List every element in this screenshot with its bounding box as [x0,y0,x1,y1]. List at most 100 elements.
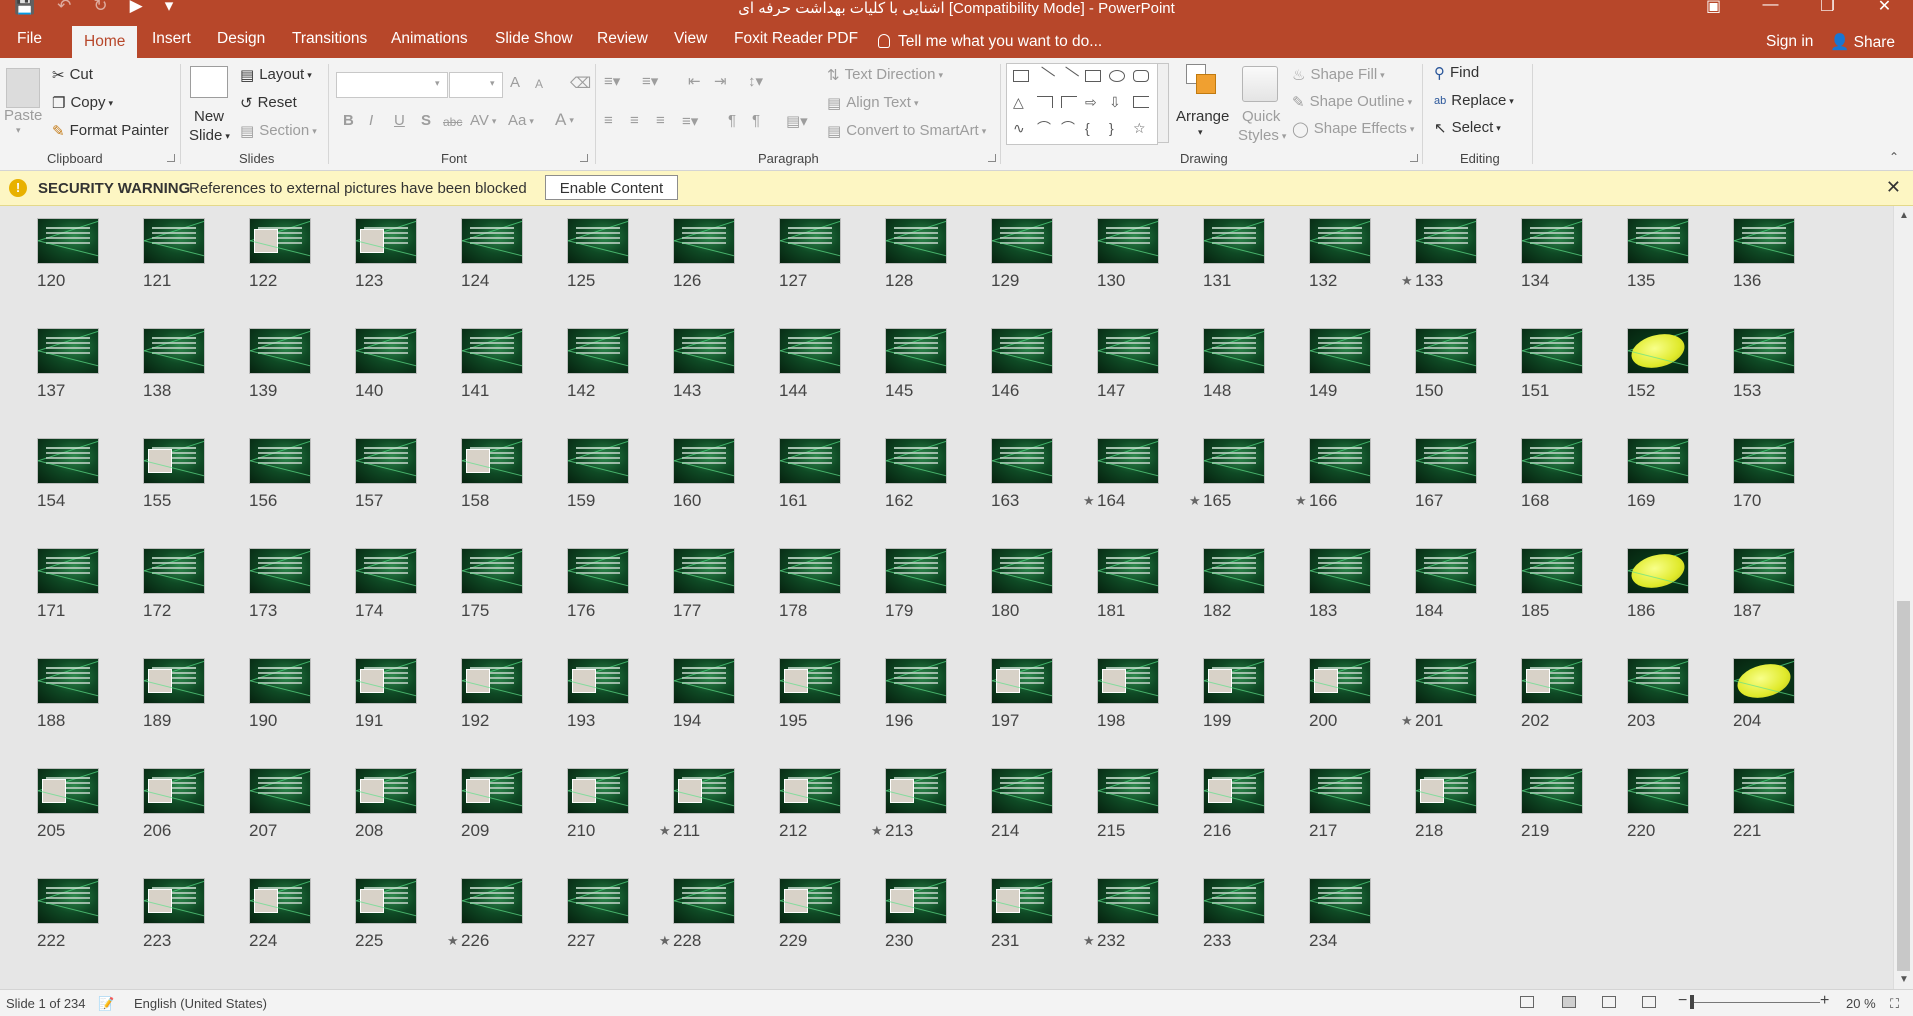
slide-preview[interactable] [1203,218,1265,264]
slide-preview[interactable] [1733,658,1795,704]
slide-preview[interactable] [355,658,417,704]
slide-preview[interactable] [673,878,735,924]
slide-preview[interactable] [779,658,841,704]
slide-thumbnail[interactable]: 221 [1733,768,1795,840]
shape-outline-button[interactable]: ✎ Shape Outline ▾ [1292,93,1412,111]
new-slide-button[interactable]: New [194,108,224,125]
quick-styles-label[interactable]: Styles ▾ [1238,127,1286,144]
tab-foxit-reader-pdf[interactable]: Foxit Reader PDF [734,30,858,48]
slide-thumbnail[interactable]: 228 [673,878,735,950]
slide-preview[interactable] [885,328,947,374]
slide-thumbnail[interactable]: 174 [355,548,417,620]
elbow-connector-shape-icon[interactable] [1037,96,1053,108]
slide-thumbnail[interactable]: 145 [885,328,947,400]
slide-thumbnail[interactable]: 229 [779,878,841,950]
slide-thumbnail[interactable]: 183 [1309,548,1371,620]
slide-thumbnail[interactable]: 213 [885,768,947,840]
slide-thumbnail[interactable]: 188 [37,658,99,730]
strikethrough-button[interactable]: abc [443,115,462,129]
slide-preview[interactable] [1097,768,1159,814]
shapes-gallery-scroll[interactable] [1157,63,1169,143]
clipboard-icon[interactable] [6,68,40,108]
slide-counter[interactable]: Slide 1 of 234 [6,996,86,1011]
freeform-shape-icon[interactable]: ∿ [1013,121,1029,135]
tab-transitions[interactable]: Transitions [292,30,367,48]
font-launcher-icon[interactable] [580,154,588,162]
oval-shape-icon[interactable] [1109,70,1125,82]
animation-star-icon[interactable]: ★ [659,823,671,839]
slide-preview[interactable] [567,328,629,374]
slide-preview[interactable] [461,878,523,924]
slide-thumbnail[interactable]: 222 [37,878,99,950]
arrange-button[interactable]: Arrange [1176,108,1229,125]
slide-thumbnail[interactable]: 142 [567,328,629,400]
clear-formatting-icon[interactable]: ⌫ [570,74,591,92]
slide-preview[interactable] [991,548,1053,594]
slide-thumbnail[interactable]: 134 [1521,218,1583,290]
slide-thumbnail[interactable]: 159 [567,438,629,510]
slide-thumbnail[interactable]: 203 [1627,658,1689,730]
slide-preview[interactable] [1627,218,1689,264]
slide-preview[interactable] [37,658,99,704]
slide-preview[interactable] [991,878,1053,924]
animation-star-icon[interactable]: ★ [1083,933,1095,949]
quick-styles-icon[interactable] [1242,66,1278,102]
animation-star-icon[interactable]: ★ [659,933,671,949]
slide-thumbnail[interactable]: 123 [355,218,417,290]
slide-thumbnail[interactable]: 224 [249,878,311,950]
slide-thumbnail[interactable]: 199 [1203,658,1265,730]
slide-preview[interactable] [1415,768,1477,814]
slide-preview[interactable] [1521,768,1583,814]
rounded-rect-shape-icon[interactable] [1133,70,1149,82]
slide-preview[interactable] [249,218,311,264]
slide-thumbnail[interactable]: 194 [673,658,735,730]
clipboard-launcher-icon[interactable] [167,154,175,162]
slide-thumbnail[interactable]: 143 [673,328,735,400]
slide-thumbnail[interactable]: 182 [1203,548,1265,620]
slide-thumbnail[interactable]: 184 [1415,548,1477,620]
arrange-icon[interactable] [1186,64,1218,98]
slide-thumbnail[interactable]: 141 [461,328,523,400]
slide-preview[interactable] [567,548,629,594]
slide-thumbnail[interactable]: 187 [1733,548,1795,620]
slide-preview[interactable] [1415,218,1477,264]
slide-thumbnail[interactable]: 168 [1521,438,1583,510]
slide-thumbnail[interactable]: 137 [37,328,99,400]
slide-preview[interactable] [1097,218,1159,264]
slide-preview[interactable] [355,878,417,924]
slide-thumbnail[interactable]: 191 [355,658,417,730]
slide-preview[interactable] [779,878,841,924]
slide-preview[interactable] [1203,328,1265,374]
slide-thumbnail[interactable]: 180 [991,548,1053,620]
font-size-caret-icon[interactable]: ▾ [490,78,495,89]
slide-preview[interactable] [1203,438,1265,484]
slide-thumbnail[interactable]: 234 [1309,878,1371,950]
slide-preview[interactable] [1627,328,1689,374]
slide-preview[interactable] [1733,438,1795,484]
reset-button[interactable]: ↺ Reset [240,94,297,112]
slide-preview[interactable] [1521,328,1583,374]
slide-preview[interactable] [37,328,99,374]
slide-preview[interactable] [1627,768,1689,814]
zoom-out-icon[interactable]: − [1678,992,1687,1010]
slide-thumbnail[interactable]: 189 [143,658,205,730]
slide-thumbnail[interactable]: 163 ★ [991,438,1095,510]
slide-preview[interactable] [779,438,841,484]
slide-thumbnail[interactable]: 186 [1627,548,1689,620]
restore-ribbon-icon[interactable]: ▣ [1685,0,1742,16]
slide-preview[interactable] [1309,328,1371,374]
slide-preview[interactable] [991,218,1053,264]
spelling-icon[interactable]: 📝 [98,996,114,1012]
justify-icon[interactable]: ≡▾ [682,112,698,130]
slide-preview[interactable] [991,328,1053,374]
shape-fill-button[interactable]: ♨ Shape Fill ▾ [1292,66,1385,84]
slide-thumbnail[interactable]: 204 [1733,658,1795,730]
curve-shape-icon[interactable]: ⌒ [1037,121,1053,135]
slide-thumbnail[interactable]: 121 [143,218,205,290]
slide-preview[interactable] [991,768,1053,814]
font-name-input[interactable] [336,72,448,98]
slide-preview[interactable] [1733,548,1795,594]
slide-preview[interactable] [37,768,99,814]
slide-preview[interactable] [249,768,311,814]
slide-thumbnail[interactable]: 128 [885,218,947,290]
